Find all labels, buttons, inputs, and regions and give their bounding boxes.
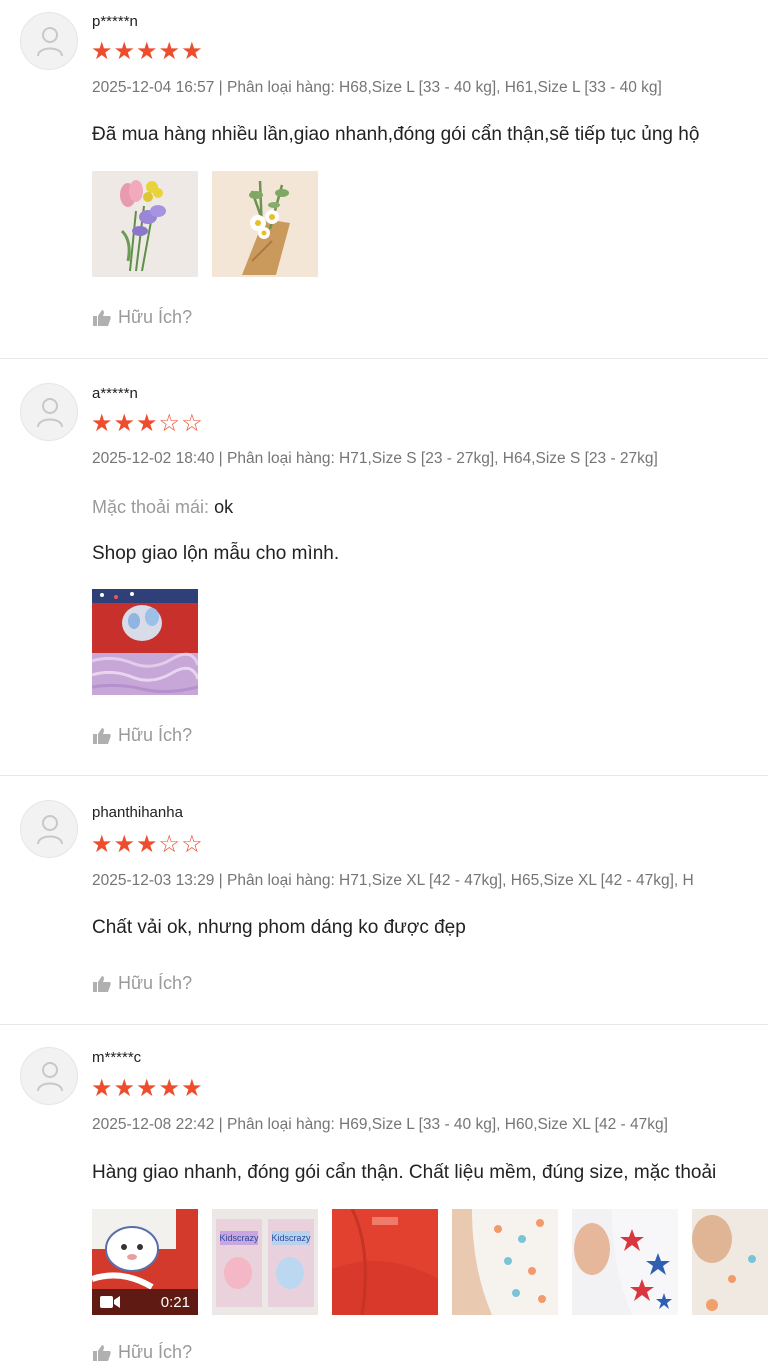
star-empty-icon: ☆ — [181, 831, 204, 858]
helpful-button[interactable]: Hữu Ích? — [92, 725, 192, 746]
rating-stars: ★★★☆☆ — [91, 833, 204, 857]
star-filled-icon: ★ — [158, 1075, 182, 1102]
review-item: a*****n ★★★☆☆ 2025-12-02 18:40 | Phân lo… — [0, 359, 768, 776]
review-attribute: Mặc thoải mái: ok — [92, 497, 233, 518]
star-filled-icon: ★ — [136, 410, 159, 437]
review-image[interactable] — [692, 1209, 768, 1315]
review-content: Chất vải ok, nhưng phom dáng ko được đẹp — [92, 917, 466, 938]
review-image[interactable]: Kidscrazy Kidscrazy — [212, 1209, 318, 1315]
thumbs-up-icon — [93, 1344, 111, 1361]
helpful-label: Hữu Ích? — [118, 725, 193, 745]
review-media — [92, 171, 318, 277]
review-meta: 2025-12-08 22:42 | Phân loại hàng: H69,S… — [92, 1116, 668, 1133]
review-media — [92, 589, 198, 695]
star-filled-icon: ★ — [158, 38, 182, 65]
review-meta: 2025-12-02 18:40 | Phân loại hàng: H71,S… — [92, 450, 658, 467]
helpful-button[interactable]: Hữu Ích? — [92, 307, 192, 328]
star-filled-icon: ★ — [91, 38, 114, 65]
user-icon — [37, 27, 63, 57]
star-filled-icon: ★ — [136, 38, 159, 65]
reviewer-name[interactable]: p*****n — [92, 13, 138, 30]
star-filled-icon: ★ — [181, 38, 204, 65]
star-filled-icon: ★ — [91, 831, 114, 858]
helpful-label: Hữu Ích? — [118, 1342, 193, 1362]
rating-stars: ★★★★★ — [91, 40, 204, 64]
star-filled-icon: ★ — [91, 410, 114, 437]
review-image[interactable] — [452, 1209, 558, 1315]
video-overlay: 0:21 — [92, 1289, 198, 1315]
review-image[interactable] — [92, 171, 198, 277]
reviewer-name[interactable]: phanthihanha — [92, 804, 183, 821]
avatar[interactable] — [20, 1047, 78, 1105]
review-item: p*****n ★★★★★ 2025-12-04 16:57 | Phân lo… — [0, 0, 768, 359]
review-video[interactable]: 0:21 — [92, 1209, 198, 1315]
review-item: m*****c ★★★★★ 2025-12-08 22:42 | Phân lo… — [0, 1025, 768, 1367]
review-media: 0:21 Kidscrazy Kidscrazy — [92, 1209, 768, 1315]
review-image[interactable] — [92, 589, 198, 695]
avatar[interactable] — [20, 12, 78, 70]
star-filled-icon: ★ — [136, 1075, 159, 1102]
rating-stars: ★★★☆☆ — [91, 412, 204, 436]
review-item: phanthihanha ★★★☆☆ 2025-12-03 13:29 | Ph… — [0, 776, 768, 1025]
star-empty-icon: ☆ — [158, 831, 182, 858]
helpful-button[interactable]: Hữu Ích? — [92, 1342, 192, 1363]
star-filled-icon: ★ — [113, 1075, 137, 1102]
thumbs-up-icon — [93, 975, 111, 992]
star-empty-icon: ☆ — [158, 410, 182, 437]
review-image[interactable] — [212, 171, 318, 277]
user-icon — [37, 398, 63, 428]
star-filled-icon: ★ — [113, 38, 137, 65]
thumbs-up-icon — [93, 309, 111, 326]
review-content: Shop giao lộn mẫu cho mình. — [92, 543, 340, 564]
avatar[interactable] — [20, 383, 78, 441]
review-image[interactable] — [332, 1209, 438, 1315]
star-filled-icon: ★ — [113, 410, 137, 437]
video-duration: 0:21 — [160, 1293, 190, 1311]
star-filled-icon: ★ — [136, 831, 159, 858]
video-camera-icon — [100, 1296, 120, 1308]
review-meta: 2025-12-03 13:29 | Phân loại hàng: H71,S… — [92, 872, 694, 889]
avatar[interactable] — [20, 800, 78, 858]
attribute-value: ok — [214, 497, 234, 517]
star-empty-icon: ☆ — [181, 410, 204, 437]
helpful-button[interactable]: Hữu Ích? — [92, 973, 192, 994]
thumb-brand-text: Kidscrazy — [219, 1233, 259, 1243]
helpful-label: Hữu Ích? — [118, 307, 193, 327]
review-image[interactable] — [572, 1209, 678, 1315]
star-filled-icon: ★ — [113, 831, 137, 858]
review-content: Hàng giao nhanh, đóng gói cẩn thận. Chất… — [92, 1162, 717, 1183]
reviewer-name[interactable]: a*****n — [92, 385, 138, 402]
star-filled-icon: ★ — [181, 1075, 204, 1102]
review-meta: 2025-12-04 16:57 | Phân loại hàng: H68,S… — [92, 79, 662, 96]
helpful-label: Hữu Ích? — [118, 973, 193, 993]
review-content: Đã mua hàng nhiều lần,giao nhanh,đóng gó… — [92, 124, 700, 145]
star-filled-icon: ★ — [91, 1075, 114, 1102]
thumb-brand-text: Kidscrazy — [271, 1233, 311, 1243]
rating-stars: ★★★★★ — [91, 1077, 204, 1101]
user-icon — [37, 815, 63, 845]
reviewer-name[interactable]: m*****c — [92, 1049, 141, 1066]
attribute-label: Mặc thoải mái: — [92, 497, 210, 517]
user-icon — [37, 1062, 63, 1092]
thumbs-up-icon — [93, 727, 111, 744]
